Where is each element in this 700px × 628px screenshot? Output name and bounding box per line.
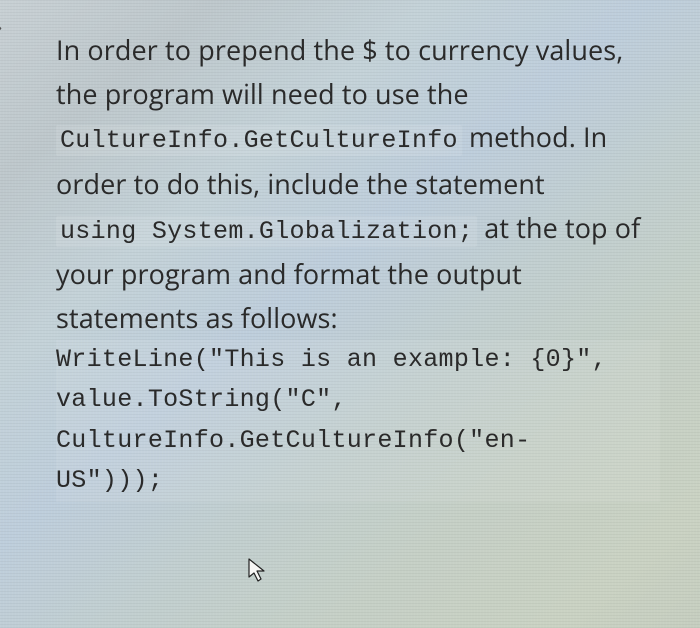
code-block-writeline: WriteLine("This is an example: {0}", val… [56, 340, 660, 502]
inline-code-getcultureinfo: CultureInfo.GetCultureInfo [56, 125, 462, 156]
body-text-1: In order to prepend the [56, 31, 362, 68]
cursor-icon [248, 558, 270, 584]
document-body: In order to prepend the $ to currency va… [0, 0, 700, 502]
inline-code-using: using System.Globalization; [56, 216, 477, 247]
dollar-sign: $ [362, 31, 378, 68]
